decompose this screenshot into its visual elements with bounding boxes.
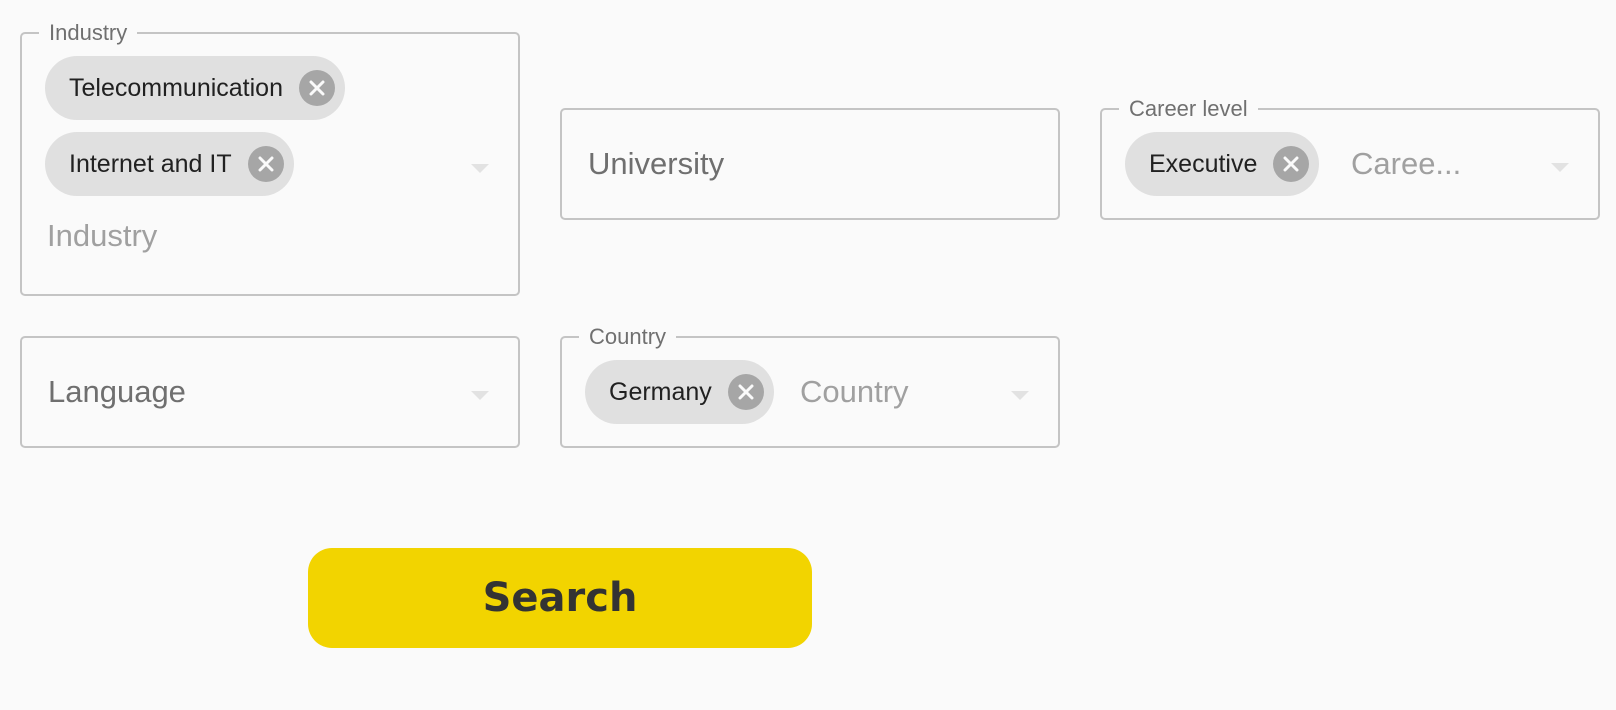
industry-legend: Industry <box>39 21 138 45</box>
caret-down-icon[interactable] <box>1551 163 1569 172</box>
caret-down-icon[interactable] <box>471 164 489 173</box>
caret-down-icon[interactable] <box>1011 391 1029 400</box>
chip-label: Germany <box>609 377 712 406</box>
university-field[interactable]: University <box>560 108 1060 220</box>
country-legend: Country <box>579 325 677 349</box>
close-circle-icon[interactable] <box>1273 146 1310 182</box>
industry-input[interactable]: Industry <box>47 218 157 254</box>
career-level-field[interactable]: Career level Executive Caree... <box>1100 97 1600 220</box>
career-level-input[interactable]: Caree... <box>1351 146 1461 182</box>
close-circle-icon[interactable] <box>299 70 335 106</box>
career-level-chip-executive[interactable]: Executive <box>1125 132 1320 196</box>
country-chip-germany[interactable]: Germany <box>585 360 774 424</box>
career-level-legend: Career level <box>1119 97 1258 121</box>
search-button[interactable]: Search <box>308 548 812 648</box>
close-circle-icon[interactable] <box>247 146 284 182</box>
close-circle-icon[interactable] <box>727 374 764 410</box>
language-label: Language <box>48 374 186 409</box>
chip-label: Telecommunication <box>69 73 283 102</box>
industry-chip-internet-and-it[interactable]: Internet and IT <box>45 132 294 196</box>
chip-label: Executive <box>1149 149 1258 178</box>
country-field[interactable]: Country Germany Country <box>560 325 1060 448</box>
university-label: University <box>588 146 725 181</box>
language-field[interactable]: Language <box>20 336 520 448</box>
country-input[interactable]: Country <box>800 374 909 410</box>
industry-field[interactable]: Industry Telecommunication Internet and … <box>20 21 520 296</box>
chip-label: Internet and IT <box>69 149 232 178</box>
industry-chip-telecommunication[interactable]: Telecommunication <box>45 56 345 120</box>
caret-down-icon[interactable] <box>471 391 489 400</box>
